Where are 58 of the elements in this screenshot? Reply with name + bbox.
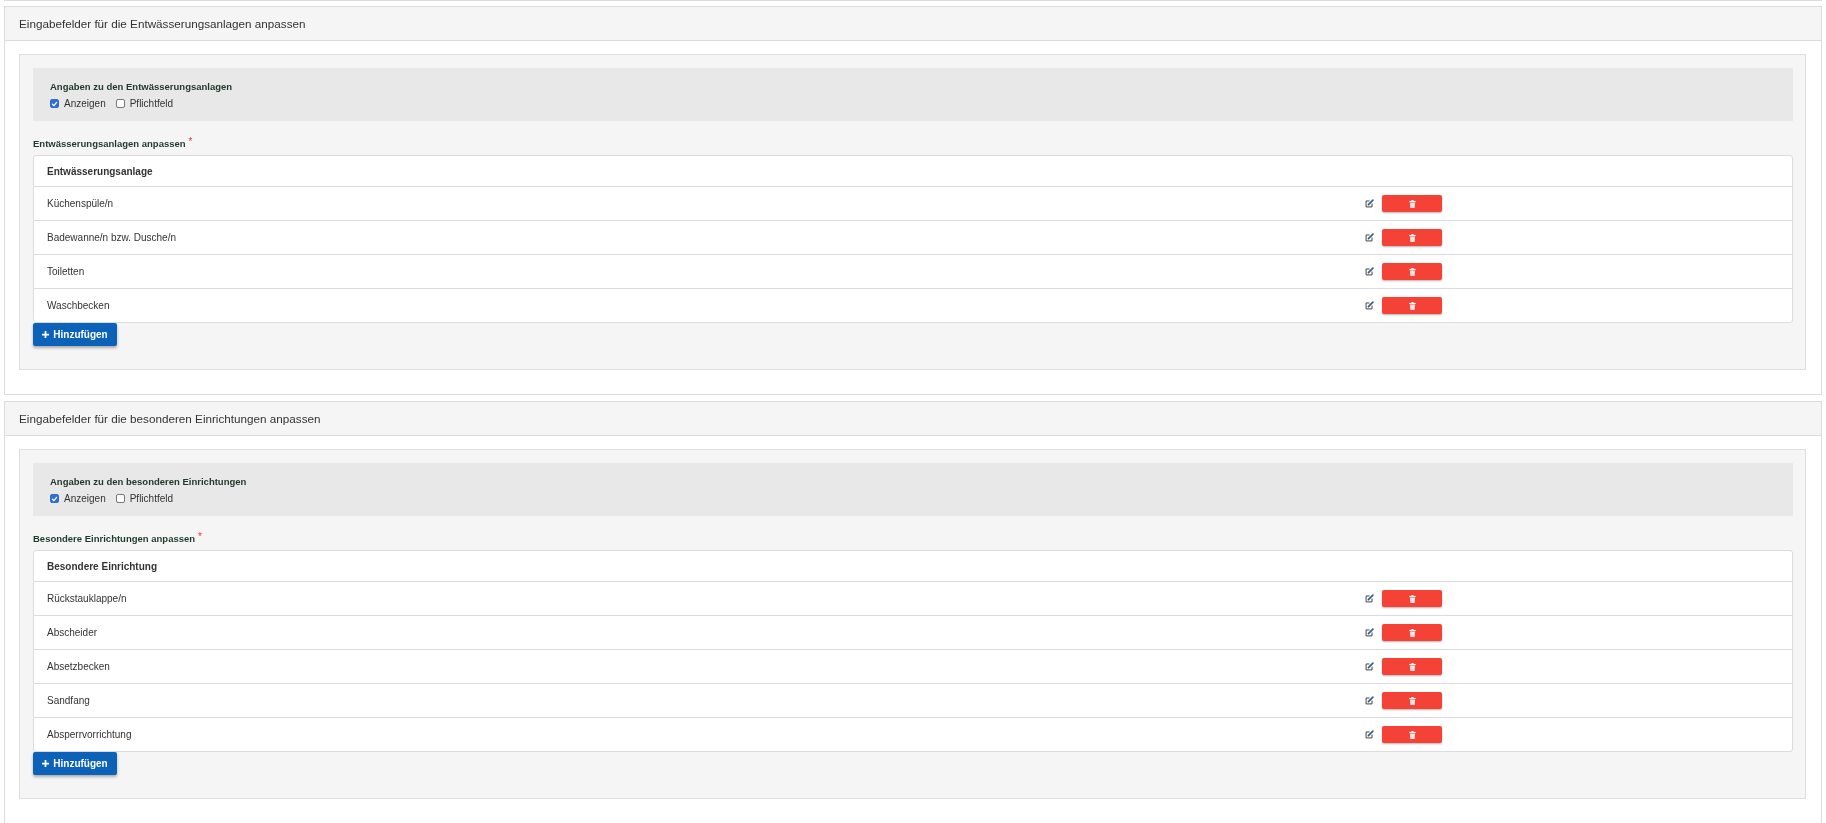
table-cell-text: Badewanne/n bzw. Dusche/n	[46, 231, 177, 245]
trash-icon	[1408, 267, 1416, 276]
plus-icon	[42, 331, 50, 338]
edit-icon[interactable]	[1365, 696, 1374, 705]
table-cell-text: Waschbecken	[46, 299, 111, 313]
trash-icon	[1408, 199, 1416, 208]
delete-button[interactable]	[1382, 726, 1442, 743]
trash-icon	[1408, 696, 1416, 705]
trash-icon	[1408, 233, 1416, 242]
table-cell-text: Rückstauklappe/n	[46, 592, 128, 606]
trash-icon	[1408, 662, 1416, 671]
edit-icon[interactable]	[1365, 199, 1374, 208]
delete-button[interactable]	[1382, 229, 1442, 246]
panel-title: Eingabefelder für die Entwässerungsanlagen anpassen	[19, 17, 306, 30]
edit-icon[interactable]	[1365, 301, 1374, 310]
delete-button[interactable]	[1382, 590, 1442, 607]
settings-heading: Angaben zu den Entwässerungsanlagen	[50, 80, 234, 94]
required-mark: *	[188, 137, 193, 147]
required-mark: *	[198, 532, 202, 542]
add-button[interactable]: Hinzufügen	[33, 323, 117, 346]
edit-icon[interactable]	[1365, 267, 1374, 276]
edit-icon[interactable]	[1365, 594, 1374, 603]
table-cell-text: Absetzbecken	[46, 660, 111, 674]
table-cell-text: Absperrvorrichtung	[46, 728, 133, 742]
table-cell-text: Abscheider	[46, 626, 99, 640]
add-button[interactable]: Hinzufügen	[33, 752, 117, 775]
edit-icon[interactable]	[1365, 730, 1374, 739]
trash-icon	[1408, 301, 1416, 310]
trash-icon	[1408, 730, 1416, 739]
checkbox-label: Pflichtfeld	[129, 492, 174, 505]
field-label: Besondere Einrichtungen anpassen	[33, 532, 196, 546]
delete-button[interactable]	[1382, 195, 1442, 212]
checkbox-label: Anzeigen	[64, 492, 106, 505]
checkbox[interactable]	[115, 99, 125, 108]
delete-button[interactable]	[1382, 658, 1442, 675]
column-header: Besondere Einrichtung	[46, 559, 158, 574]
edit-icon[interactable]	[1365, 233, 1374, 242]
field-label: Entwässerungsanlagen anpassen	[33, 137, 186, 151]
delete-button[interactable]	[1382, 297, 1442, 314]
column-header: Entwässerungsanlage	[46, 164, 154, 179]
table-cell-text: Küchenspüle/n	[46, 197, 115, 211]
checkbox-label: Pflichtfeld	[129, 97, 174, 110]
edit-icon[interactable]	[1365, 628, 1374, 637]
table-cell-text: Sandfang	[46, 694, 91, 708]
delete-button[interactable]	[1382, 624, 1442, 641]
plus-icon	[42, 760, 50, 767]
trash-icon	[1408, 628, 1416, 637]
checkbox[interactable]	[115, 494, 125, 503]
table-cell-text: Toiletten	[46, 265, 86, 279]
checkbox[interactable]	[50, 494, 59, 503]
checkbox-label: Anzeigen	[64, 97, 106, 110]
trash-icon	[1408, 594, 1416, 603]
checkbox[interactable]	[50, 99, 59, 108]
delete-button[interactable]	[1382, 692, 1442, 709]
delete-button[interactable]	[1382, 263, 1442, 280]
edit-icon[interactable]	[1365, 662, 1374, 671]
settings-heading: Angaben zu den besonderen Einrichtungen	[50, 475, 248, 489]
panel-title: Eingabefelder für die besonderen Einrichtungen anpassen	[19, 412, 321, 425]
